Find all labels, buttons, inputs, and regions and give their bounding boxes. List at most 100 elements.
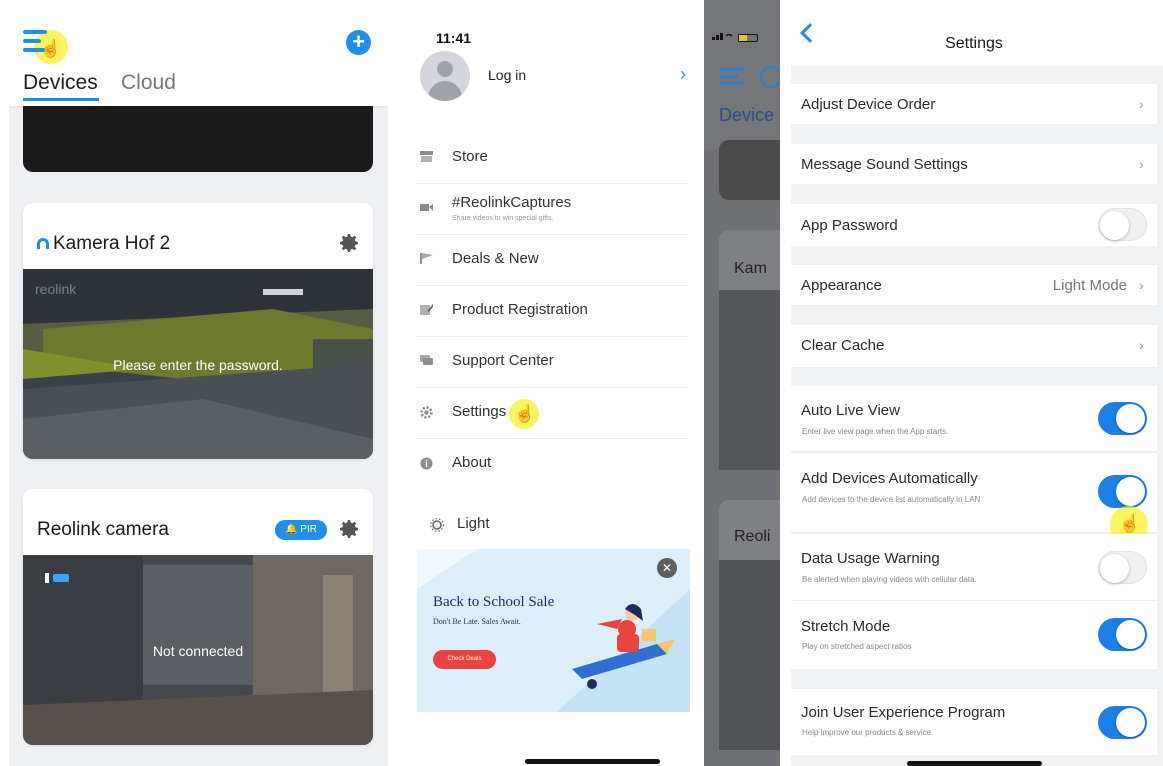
setting-label: Add Devices Automatically [801,470,978,487]
setting-message-sound[interactable]: Message Sound Settings › [791,144,1157,184]
devices-screen: ☝ + Devices Cloud Kamera Hof 2 reolink P… [9,0,388,766]
dimmed-background[interactable]: Device Kam Reoli [704,0,780,766]
add-device-button[interactable]: + [346,30,371,55]
battery-icon [738,34,758,42]
settings-header: Settings [791,0,1163,66]
chevron-right-icon: › [1139,156,1144,172]
flag-icon [420,253,433,264]
setting-clear-cache[interactable]: Clear Cache › [791,325,1157,367]
side-drawer: 11:41 Log in › Store #ReolinkCaptures Sh… [401,0,704,766]
chevron-right-icon: › [1139,277,1144,293]
hand-cursor-icon: ☝ [514,404,536,423]
auto-live-view-toggle[interactable] [1098,402,1147,435]
add-devices-automatically-toggle[interactable] [1098,475,1147,508]
menu-label: Product Registration [452,301,588,318]
tab-devices[interactable]: Devices [23,71,98,95]
gear-icon[interactable] [337,517,361,541]
camera-card-kamera-hof-2[interactable]: Kamera Hof 2 reolink Please enter the pa… [23,203,373,459]
setting-description: Enter live view page when the App starts… [802,427,949,436]
setting-label: Join User Experience Program [801,704,1006,721]
setting-label: Appearance [801,277,882,294]
dimmed-card: Kam [719,230,780,470]
status-bar-time: 11:41 [436,30,472,46]
dimmed-card-view [719,560,780,750]
check-deals-button[interactable]: Check Deals [433,650,496,669]
signal-icon [712,33,733,40]
pir-badge[interactable]: 🔔 PIR [275,520,327,540]
pir-badge-label: PIR [300,524,317,535]
app-password-toggle[interactable] [1098,208,1147,241]
menu-item-settings[interactable]: Settings ☝ [417,388,689,439]
menu-label: About [452,454,492,471]
info-icon [420,457,433,470]
cloud-icon [760,66,780,88]
setting-description: Be alerted when playing videos with cell… [802,575,977,584]
dimmed-card-view [719,290,780,470]
home-indicator [525,759,660,764]
menu-icon [720,68,744,86]
edit-icon [420,304,433,315]
setting-description: Play on stretched aspect ratios [802,642,912,651]
camera-live-view[interactable]: reolink Please enter the password. [23,269,373,459]
menu-item-support-center[interactable]: Support Center [417,337,689,388]
menu-sublabel: Share videos to win special gifts. [452,215,554,222]
camera-live-view[interactable]: Not connected [23,555,373,745]
tab-cloud[interactable]: Cloud [121,71,176,95]
menu-label: Support Center [452,352,554,369]
setting-label: Adjust Device Order [801,96,936,113]
theme-toggle-row[interactable]: Light [417,500,689,551]
promo-subtitle: Don't Be Late. Sales Await. [433,617,521,626]
gear-icon[interactable] [337,231,361,255]
user-experience-program-toggle[interactable] [1098,706,1147,739]
chevron-right-icon: › [1139,96,1144,112]
setting-description: Help improve our products & service. [802,728,934,737]
active-tab-indicator [23,98,99,101]
settings-screen: Settings Adjust Device Order › Message S… [791,0,1163,766]
camera-name: Reolink camera [37,519,169,540]
login-link[interactable]: Log in [488,67,526,83]
page-title: Settings [945,35,1003,52]
camera-name: Kamera Hof 2 [37,233,170,255]
setting-add-devices-automatically: Add Devices Automatically Add devices to… [791,453,1157,544]
close-icon[interactable]: ✕ [657,558,677,578]
dimmed-card-label: Kam [734,260,767,277]
store-icon [420,151,433,162]
menu-item-deals[interactable]: Deals & New [417,235,689,286]
promo-title: Back to School Sale [433,594,555,610]
dimmed-card-label: Reoli [734,528,771,545]
setting-label: Data Usage Warning [801,550,940,567]
sun-icon [430,518,444,532]
setting-adjust-device-order[interactable]: Adjust Device Order › [791,84,1157,124]
chevron-right-icon: › [1139,337,1144,353]
setting-appearance[interactable]: Appearance Light Mode › [791,265,1157,305]
stretch-mode-toggle[interactable] [1098,618,1147,651]
setting-label: App Password [801,217,898,234]
menu-label: Deals & New [452,250,539,267]
menu-item-product-registration[interactable]: Product Registration [417,286,689,337]
camera-card-reolink-camera[interactable]: Reolink camera 🔔 PIR Not connected [23,489,373,745]
menu-item-about[interactable]: About [417,439,689,490]
online-status-icon [37,238,49,249]
setting-label: Auto Live View [801,402,900,419]
promo-banner[interactable]: Back to School Sale Don't Be Late. Sales… [417,549,690,712]
setting-user-experience-program: Join User Experience Program Help improv… [791,689,1157,755]
dimmed-card [719,140,780,200]
camera-watermark: reolink [35,281,77,297]
appearance-value: Light Mode [1052,277,1127,294]
camera-name-text: Kamera Hof 2 [53,233,171,254]
menu-label: Settings [452,403,507,420]
avatar[interactable] [420,51,470,101]
hand-cursor-icon: ☝ [40,39,62,58]
dimmed-tab-label: Device [719,105,775,125]
menu-item-store[interactable]: Store [417,133,689,184]
video-icon [420,204,433,211]
menu-item-reolink-captures[interactable]: #ReolinkCaptures Share videos to win spe… [417,184,689,235]
setting-description: Add devices to the device list automatic… [802,495,981,504]
camera-status-message: Please enter the password. [113,357,283,373]
camera-preview-partial[interactable] [23,106,373,172]
chevron-right-icon[interactable]: › [680,64,686,85]
gear-icon [420,406,433,419]
dimmed-card: Reoli [719,500,780,750]
camera-status-message: Not connected [152,643,244,659]
data-usage-warning-toggle[interactable] [1098,551,1147,584]
